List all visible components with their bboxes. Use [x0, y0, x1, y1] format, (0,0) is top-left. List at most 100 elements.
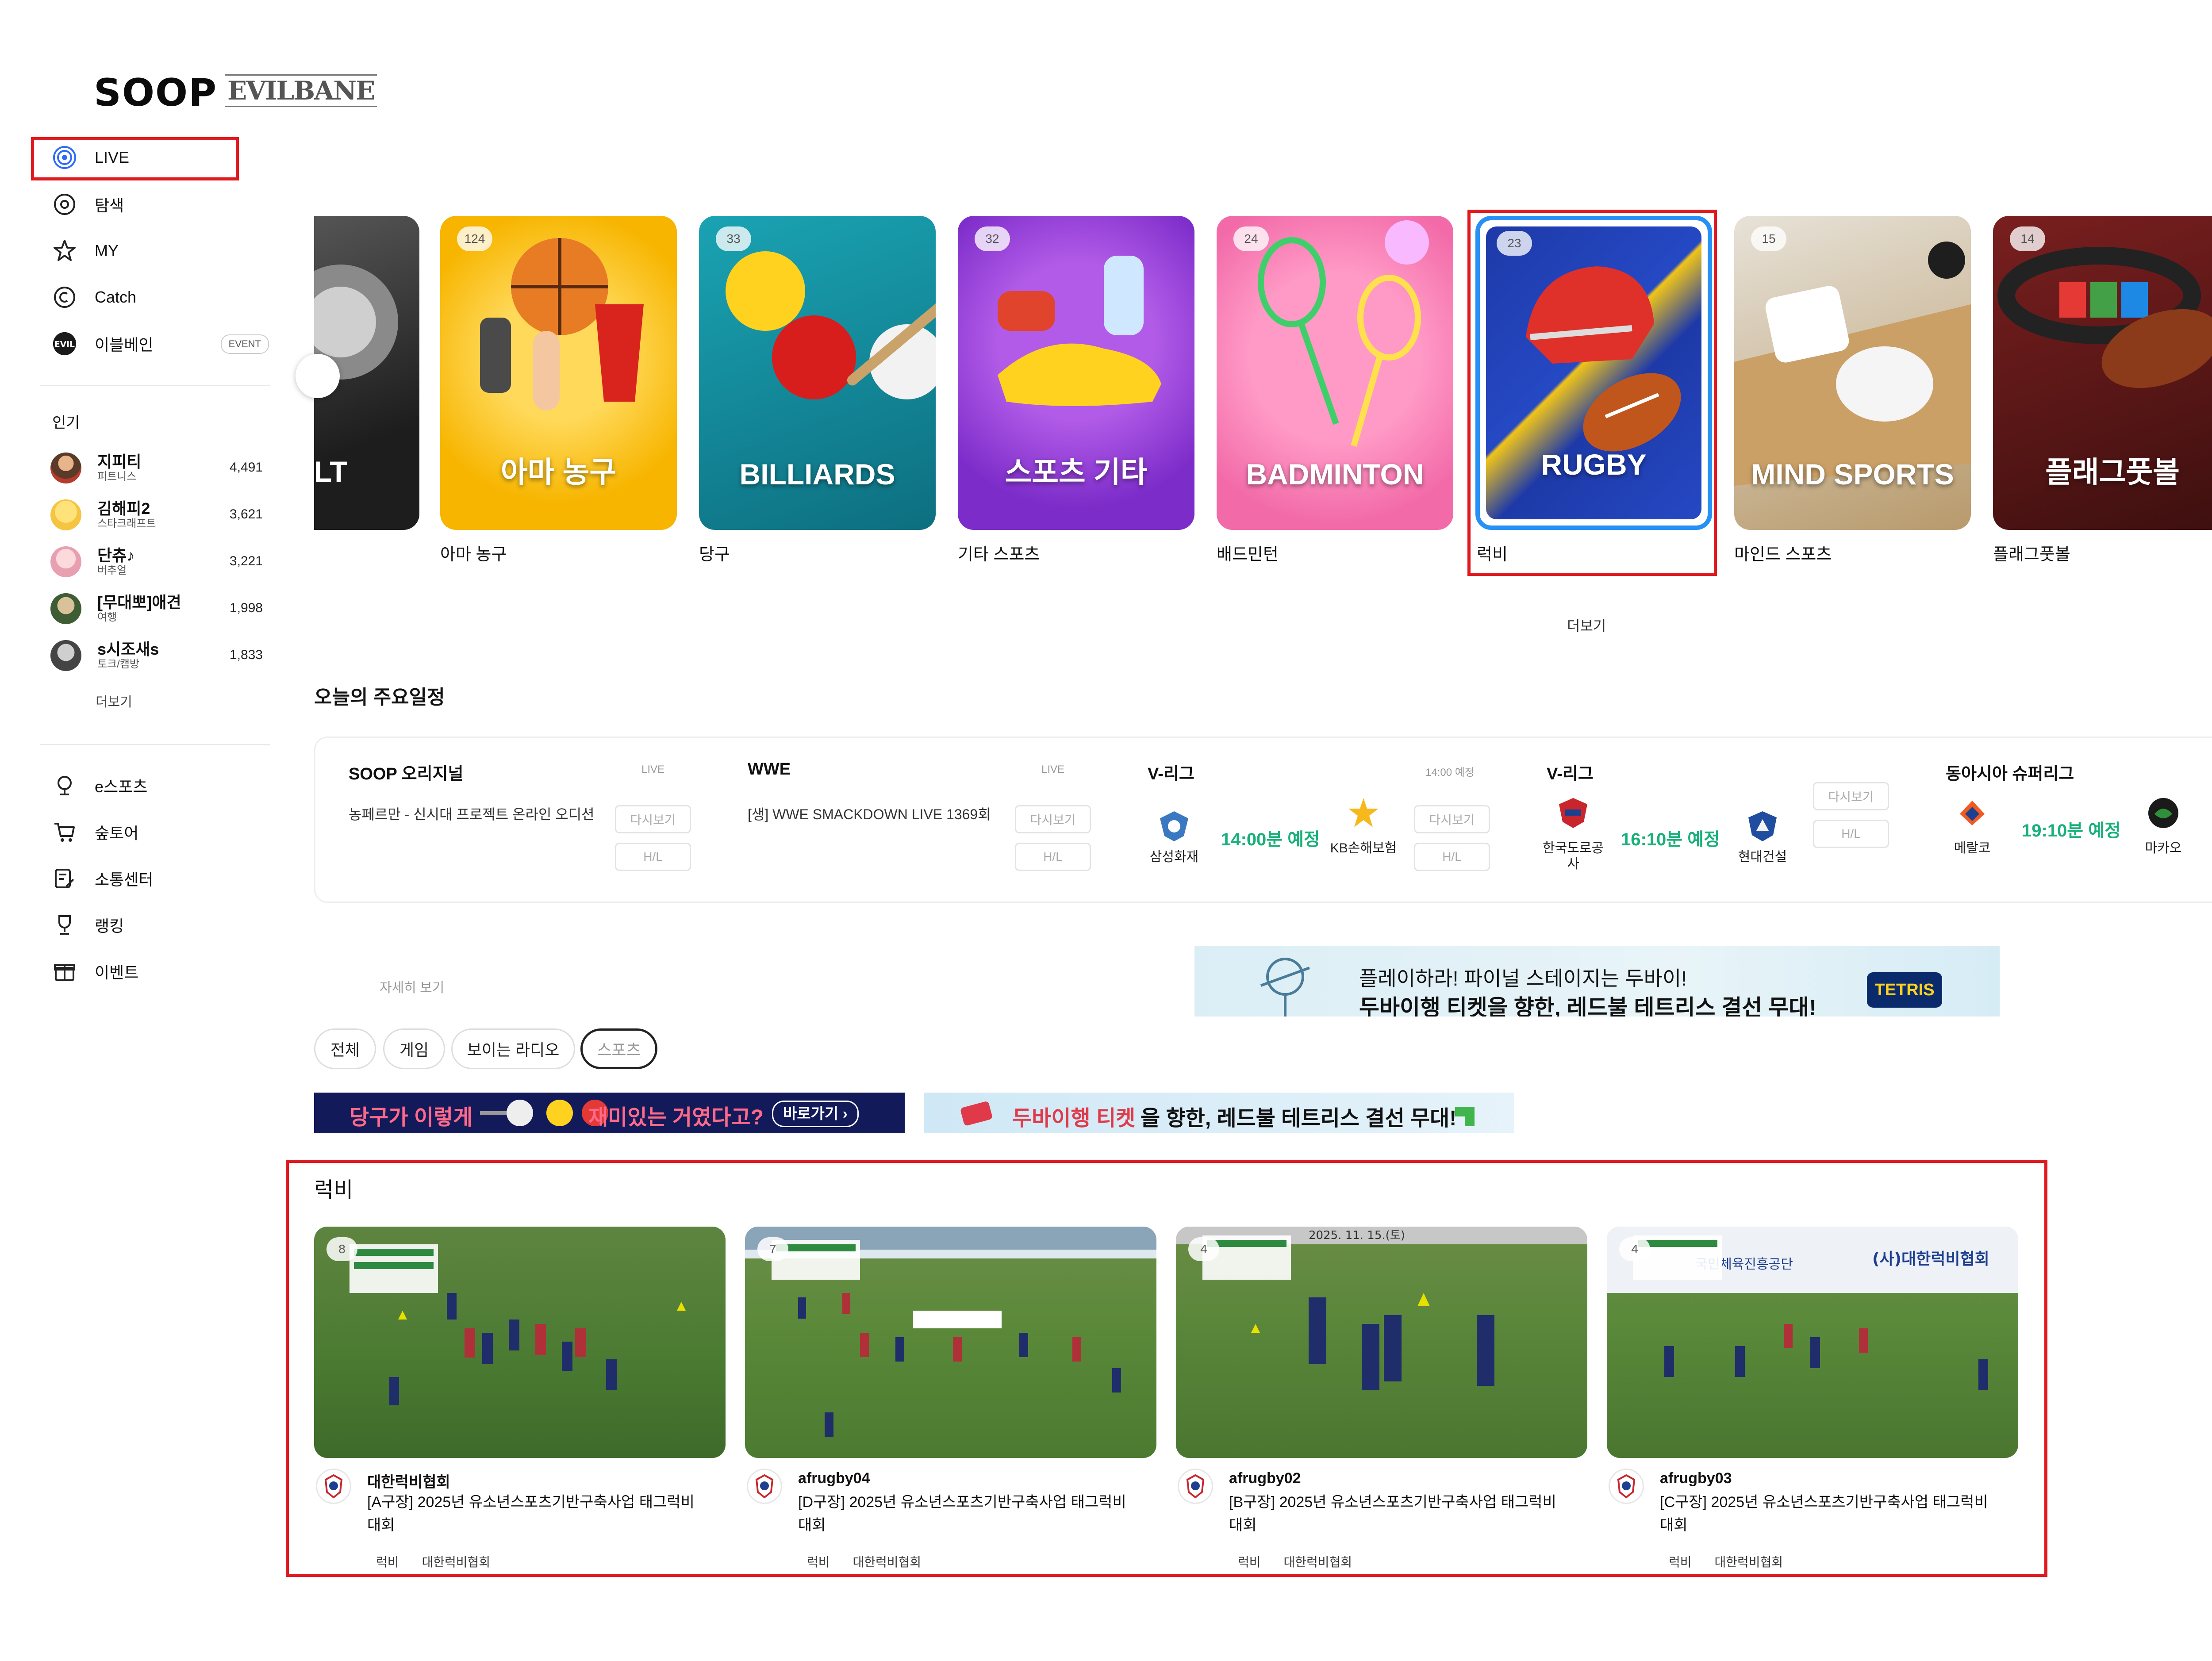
popular-title: 인기 — [52, 414, 80, 431]
nav-evilbane[interactable]: EVIL 이블베인 EVENT — [52, 324, 269, 364]
channel-avatar[interactable] — [1178, 1469, 1213, 1504]
stream-thumbnail[interactable]: 8 — [314, 1227, 726, 1458]
replay-button[interactable]: 다시보기 — [1813, 782, 1889, 810]
channel-name[interactable]: afrugby03 — [1660, 1470, 1732, 1487]
replay-button[interactable]: 다시보기 — [1414, 805, 1490, 833]
channel-name[interactable]: afrugby02 — [1229, 1470, 1301, 1487]
category-label[interactable]: 기타 스포츠 — [958, 541, 1040, 565]
tag[interactable]: 대한럭비협회 — [1284, 1555, 1352, 1569]
schedule-detail-link[interactable]: 자세히 보기 — [380, 977, 444, 996]
team-logo-icon — [1157, 809, 1191, 843]
category-card-flag-football[interactable]: 14 플래그풋볼 — [1993, 216, 2212, 530]
schedule-item-title[interactable]: SOOP 오리지널 — [349, 760, 464, 784]
schedule-item-title[interactable]: V-리그 — [1547, 760, 1594, 784]
nav-my[interactable]: MY — [52, 231, 119, 271]
nav-label: 이블베인 — [95, 336, 154, 354]
stream-thumbnail[interactable]: 7 — [745, 1227, 1156, 1458]
categories-more-link[interactable]: 더보기 — [1567, 615, 1606, 635]
filter-chip-radio[interactable]: 보이는 라디오 — [451, 1028, 575, 1069]
category-card-billiards[interactable]: 33 BILLIARDS — [699, 216, 936, 530]
schedule-item-title[interactable]: WWE — [748, 760, 791, 779]
ad-banner-billiards[interactable]: 당구가 이렇게 재미있는 거였다고? 바로가기 › — [314, 1093, 905, 1133]
tag[interactable]: 대한럭비협회 — [853, 1555, 922, 1569]
category-card-mind-sports[interactable]: 15 MIND SPORTS — [1734, 216, 1971, 530]
replay-button[interactable]: 다시보기 — [615, 805, 691, 833]
filter-chip-all[interactable]: 전체 — [314, 1028, 376, 1069]
filter-chip-sports[interactable]: 스포츠 — [580, 1028, 657, 1069]
schedule-item-title[interactable]: 동아시아 슈퍼리그 — [1946, 760, 2074, 784]
tag[interactable]: 럭비 — [1669, 1555, 1692, 1569]
category-card-sports-etc[interactable]: 32 스포츠 기타 — [958, 216, 1194, 530]
nav-catch[interactable]: Catch — [52, 277, 136, 317]
stream-thumbnail[interactable]: 2025. 11. 15.(토) 4 — [1176, 1227, 1587, 1458]
nav-esports[interactable]: e스포츠 — [52, 766, 147, 806]
avatar — [50, 499, 81, 530]
filter-chip-game[interactable]: 게임 — [383, 1028, 445, 1069]
popular-streamer[interactable]: s시조새s 토크/캠방 1,833 — [50, 634, 263, 677]
category-label[interactable]: 플래그풋볼 — [1993, 541, 2070, 565]
nav-label: 소통센터 — [95, 871, 154, 889]
stream-title[interactable]: [A구장] 2025년 유소년스포츠기반구축사업 태그럭비 대회 — [367, 1491, 703, 1537]
viewer-count-badge: 4 — [1619, 1237, 1650, 1261]
highlight-button[interactable]: H/L — [1813, 820, 1889, 848]
highlight-button[interactable]: H/L — [615, 843, 691, 871]
tag[interactable]: 럭비 — [1238, 1555, 1261, 1569]
streamer-name: [무대뽀]애견 — [97, 593, 181, 611]
nav-explore[interactable]: 탐색 — [52, 184, 124, 224]
tag[interactable]: 럭비 — [376, 1555, 399, 1569]
ad-cta-button[interactable]: 바로가기 › — [772, 1101, 859, 1127]
team-logo-icon — [1746, 809, 1779, 843]
stream-title[interactable]: [C구장] 2025년 유소년스포츠기반구축사업 태그럭비 대회 — [1660, 1491, 1996, 1537]
popular-streamer[interactable]: [무대뽀]애견 여행 1,998 — [50, 587, 263, 630]
tag[interactable]: 대한럭비협회 — [422, 1555, 491, 1569]
nav-support[interactable]: 소통센터 — [52, 859, 153, 898]
category-label[interactable]: 당구 — [699, 541, 730, 565]
promo-banner[interactable]: 플레이하라! 파이널 스테이지는 두바이! 두바이행 티켓을 향한, 레드불 테… — [1194, 946, 2000, 1017]
team-logo-icon — [2147, 796, 2180, 830]
popular-more-link[interactable]: 더보기 — [96, 691, 132, 710]
sidebar-divider — [40, 385, 270, 386]
highlight-button[interactable]: H/L — [1414, 843, 1490, 871]
channel-avatar[interactable] — [747, 1469, 782, 1504]
channel-avatar[interactable] — [316, 1469, 351, 1504]
channel-avatar[interactable] — [1609, 1469, 1644, 1504]
category-title: LT — [314, 455, 348, 488]
replay-button[interactable]: 다시보기 — [1015, 805, 1091, 833]
ad-banner-tetris[interactable]: 두바이행 티켓 을 향한, 레드불 테트리스 결선 무대! — [924, 1093, 1514, 1133]
streamer-category: 여행 — [97, 611, 117, 623]
nav-store[interactable]: 숲토어 — [52, 812, 138, 852]
category-card-badminton[interactable]: 24 BADMINTON — [1217, 216, 1453, 530]
soop-logo[interactable]: SOOP — [94, 71, 217, 115]
nav-label: 이벤트 — [95, 963, 139, 982]
popular-streamer[interactable]: 김해피2 스타크래프트 3,621 — [50, 494, 263, 536]
schedule-item-title[interactable]: V-리그 — [1148, 760, 1194, 784]
category-label[interactable]: 배드민턴 — [1217, 541, 1279, 565]
popular-streamer[interactable]: 지피티 피트니스 4,491 — [50, 447, 263, 489]
ad-text: 재미있는 거였다고? — [588, 1106, 764, 1129]
stream-thumbnail[interactable]: 국민체육진흥공단 (사)대한럭비협회 4 — [1607, 1227, 2018, 1458]
carousel-prev-button[interactable] — [296, 354, 340, 398]
category-label[interactable]: 아마 농구 — [440, 541, 507, 565]
category-title: BADMINTON — [1246, 458, 1424, 491]
nav-ranking[interactable]: 랭킹 — [52, 905, 124, 945]
streamer-category: 피트니스 — [97, 471, 137, 483]
ad-text: 당구가 이렇게 — [349, 1106, 473, 1129]
tag[interactable]: 럭비 — [807, 1555, 830, 1569]
stream-title[interactable]: [B구장] 2025년 유소년스포츠기반구축사업 태그럭비 대회 — [1229, 1491, 1565, 1537]
evilbane-partner-logo[interactable]: EVILBANE — [225, 74, 377, 107]
stream-tags: 럭비 대한럭비협회 — [1669, 1553, 1806, 1570]
streamer-category: 토크/캠방 — [97, 658, 139, 670]
schedule-item-desc[interactable]: 농페르만 - 신시대 프로젝트 온라인 오디션 — [349, 805, 596, 824]
tag[interactable]: 대한럭비협회 — [1715, 1555, 1783, 1569]
channel-name[interactable]: afrugby04 — [798, 1470, 870, 1487]
stream-title[interactable]: [D구장] 2025년 유소년스포츠기반구축사업 태그럭비 대회 — [798, 1491, 1134, 1537]
trophy-esports-icon — [52, 773, 77, 798]
schedule-item-desc[interactable]: [생] WWE SMACKDOWN LIVE 1369회 — [748, 805, 995, 824]
channel-name[interactable]: 대한럭비협회 — [367, 1470, 450, 1492]
nav-event[interactable]: 이벤트 — [52, 951, 138, 991]
highlight-button[interactable]: H/L — [1015, 843, 1091, 871]
category-card-basketball[interactable]: 124 아마 농구 — [440, 216, 677, 530]
popular-streamer[interactable]: 단츄♪ 버추얼 3,221 — [50, 541, 263, 583]
category-label[interactable]: 마인드 스포츠 — [1734, 541, 1832, 565]
home-team-name: 삼성화재 — [1149, 850, 1199, 864]
